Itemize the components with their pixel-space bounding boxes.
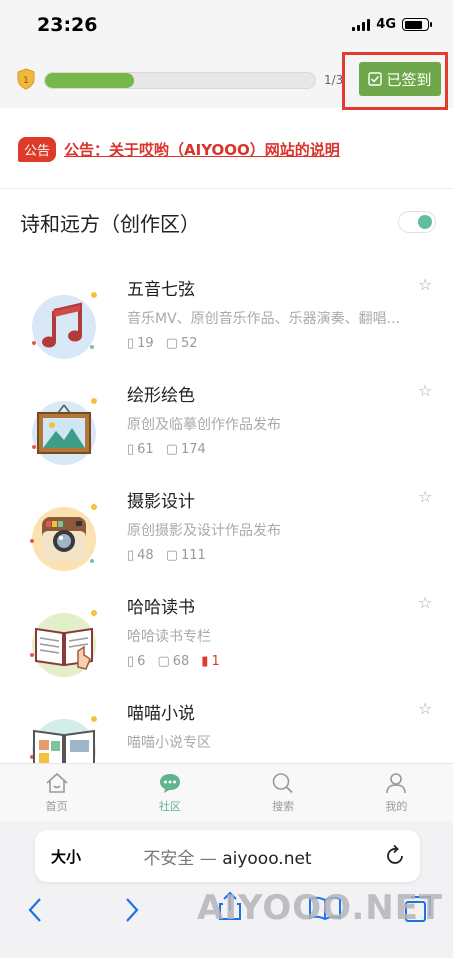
home-icon: [46, 772, 68, 793]
divider: [0, 188, 453, 189]
forum-stats: ▯ 61 ▢ 174: [127, 442, 214, 457]
user-icon: [386, 772, 407, 793]
level-badge-number: 1: [23, 76, 29, 86]
battery-level: [404, 20, 423, 29]
domain-label: aiyooo.net: [222, 849, 312, 869]
tab-label: 搜索: [272, 799, 295, 813]
tab-profile[interactable]: 我的: [340, 764, 453, 821]
star-icon[interactable]: ☆: [418, 593, 432, 612]
announcement-tag: 公告: [18, 137, 57, 162]
section-title: 诗和远方（创作区）: [20, 212, 200, 236]
address-bar[interactable]: 大小 不安全 — aiyooo.net: [35, 830, 420, 882]
forum-desc: 喵喵小说专区: [127, 735, 211, 751]
status-bar: 23:26 4G: [0, 0, 453, 48]
forum-stats: ▯ 48 ▢ 111: [127, 548, 214, 563]
forum-desc: 哈哈读书专栏: [127, 629, 211, 645]
picture-frame-icon: [32, 398, 97, 465]
forum-name: 摄影设计: [127, 492, 195, 512]
status-time: 23:26: [37, 14, 98, 36]
post-count: 111: [181, 548, 206, 563]
tab-label: 我的: [385, 799, 408, 813]
comment-icon: ▢: [165, 336, 178, 351]
thread-count: 48: [137, 548, 154, 563]
forum-name: 绘形绘色: [127, 386, 195, 406]
open-book-icon: [30, 610, 97, 677]
document-icon: ▯: [127, 654, 135, 669]
announcement[interactable]: 公告 公告：关于哎哟（AIYOOO）网站的说明: [18, 137, 340, 162]
check-square-icon: [368, 72, 383, 86]
comment-icon: ▢: [165, 442, 178, 457]
post-count: 52: [181, 336, 198, 351]
forum-item[interactable]: 哈哈读书 哈哈读书专栏 ▯ 6 ▢ 68 ▮ 1 ☆: [0, 593, 453, 699]
forum-item[interactable]: 绘形绘色 原创及临摹创作作品发布 ▯ 61 ▢ 174 ☆: [0, 381, 453, 487]
forum-desc: 音乐MV、原创音乐作品、乐器演奏、翻唱...: [127, 311, 401, 327]
forum-desc: 原创及临摹创作作品发布: [127, 417, 281, 433]
tab-community[interactable]: 社区: [113, 764, 226, 821]
chat-bubble-icon: [159, 773, 180, 793]
battery-icon: [402, 18, 432, 31]
comment-icon: ▢: [165, 548, 178, 563]
forum-item[interactable]: 喵喵小说 喵喵小说专区 ☆: [0, 699, 453, 763]
level-progress-fill: [45, 73, 135, 88]
back-icon[interactable]: [27, 897, 43, 923]
star-icon[interactable]: ☆: [418, 275, 432, 294]
camera-icon: [30, 504, 97, 571]
music-note-icon: [32, 292, 97, 359]
new-document-icon: ▮: [201, 654, 209, 669]
checkin-button[interactable]: 已签到: [359, 62, 441, 96]
status-indicators: 4G: [352, 17, 432, 32]
reload-icon[interactable]: [386, 844, 406, 866]
tab-home[interactable]: 首页: [0, 764, 113, 821]
document-icon: ▯: [127, 336, 135, 351]
network-type: 4G: [376, 17, 396, 32]
tab-label: 首页: [45, 799, 68, 813]
section-toggle[interactable]: [398, 211, 436, 233]
level-shield-icon: 1: [17, 68, 35, 90]
comment-icon: ▢: [157, 654, 170, 669]
forum-name: 五音七弦: [127, 280, 195, 300]
forum-item[interactable]: 五音七弦 音乐MV、原创音乐作品、乐器演奏、翻唱... ▯ 19 ▢ 52 ☆: [0, 275, 453, 381]
new-count: 1: [211, 654, 220, 669]
star-icon[interactable]: ☆: [418, 381, 432, 400]
star-icon[interactable]: ☆: [418, 699, 432, 718]
signal-icon: [352, 18, 371, 31]
tab-label: 社区: [158, 799, 181, 813]
forum-name: 哈哈读书: [127, 598, 195, 618]
watermark: AIYOOO.NET: [197, 888, 444, 928]
thread-count: 61: [137, 442, 154, 457]
toggle-knob: [418, 215, 432, 229]
forum-desc: 原创摄影及设计作品发布: [127, 523, 281, 539]
star-icon[interactable]: ☆: [418, 487, 432, 506]
document-icon: ▯: [127, 548, 135, 563]
thread-count: 6: [137, 654, 146, 669]
tab-search[interactable]: 搜索: [227, 764, 340, 821]
url-display[interactable]: 不安全 — aiyooo.net: [35, 844, 420, 869]
search-icon: [272, 772, 293, 793]
thread-count: 19: [137, 336, 154, 351]
forum-stats: ▯ 6 ▢ 68 ▮ 1: [127, 654, 228, 669]
document-icon: ▯: [127, 442, 135, 457]
post-count: 174: [181, 442, 206, 457]
forum-name: 喵喵小说: [127, 704, 195, 724]
forward-icon[interactable]: [124, 897, 140, 923]
comic-book-icon: [30, 716, 97, 763]
checkin-label: 已签到: [386, 70, 432, 89]
forum-item[interactable]: 摄影设计 原创摄影及设计作品发布 ▯ 48 ▢ 111 ☆: [0, 487, 453, 593]
forum-stats: ▯ 19 ▢ 52: [127, 336, 206, 351]
level-progress-bar: [44, 72, 316, 89]
tab-bar: 首页 社区 搜索 我的: [0, 763, 453, 821]
post-count: 68: [172, 654, 190, 669]
announcement-link[interactable]: 公告：关于哎哟（AIYOOO）网站的说明: [64, 139, 340, 160]
level-count: 1/3: [324, 73, 344, 87]
insecure-label: 不安全 —: [143, 849, 223, 869]
